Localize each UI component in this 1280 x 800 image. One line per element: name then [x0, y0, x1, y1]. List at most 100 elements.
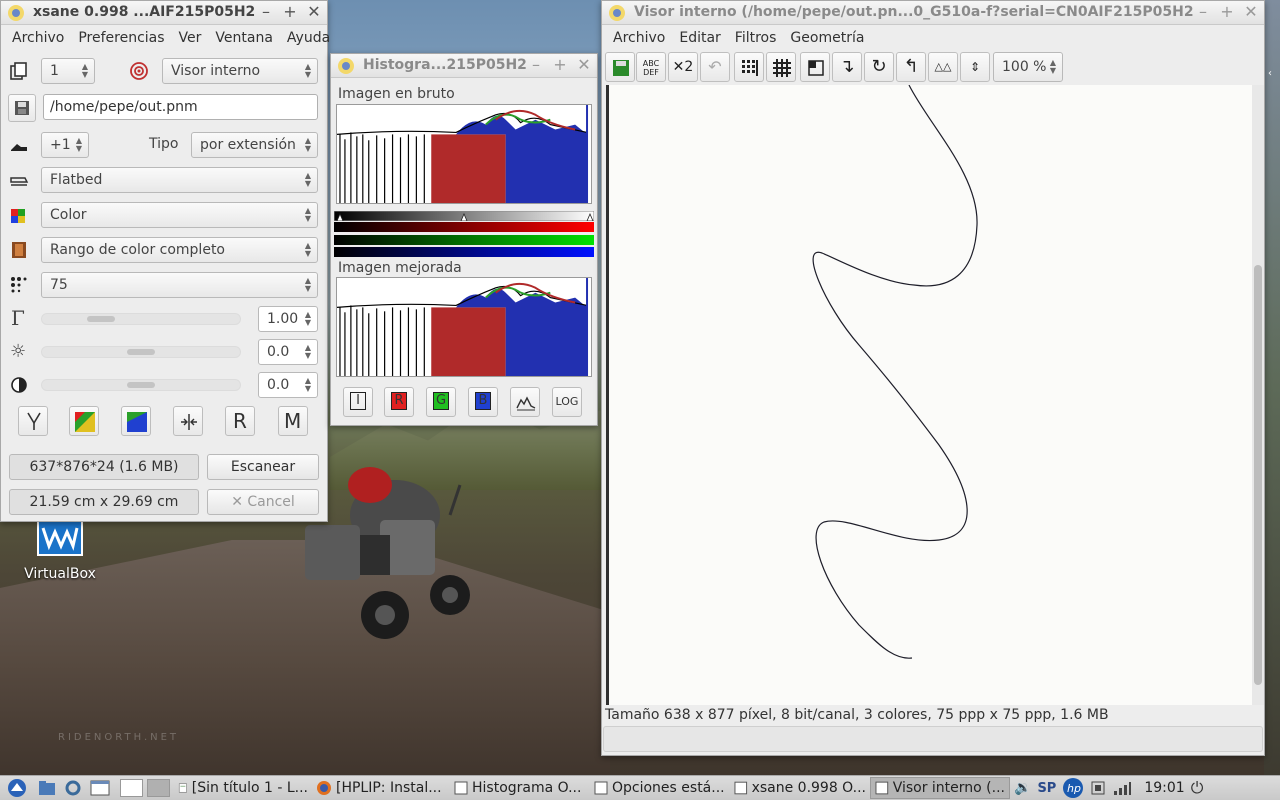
red-channel-button[interactable]: R	[384, 387, 414, 417]
resolution-combo[interactable]: 75 ▲ ▼	[41, 272, 318, 298]
menu-filtros[interactable]: Filtros	[728, 30, 784, 46]
menu-archivo[interactable]: Archivo	[5, 30, 71, 46]
close-button[interactable]: ✕	[1242, 2, 1260, 21]
keyboard-layout[interactable]: SP	[1037, 781, 1056, 796]
menu-ver[interactable]: Ver	[172, 30, 209, 46]
menu-ventana[interactable]: Ventana	[208, 30, 280, 46]
system-launcher[interactable]	[60, 777, 86, 799]
menu-editar[interactable]: Editar	[672, 30, 727, 46]
blue-level-bar[interactable]	[334, 247, 594, 257]
taskbar-item-xsane[interactable]: xsane 0.998 O...	[730, 777, 870, 799]
color-range-combo[interactable]: Rango de color completo ▲ ▼	[41, 237, 318, 263]
brightness-slider-knob[interactable]	[127, 349, 155, 355]
red-level-bar[interactable]	[334, 222, 594, 232]
virtualbox-desktop-icon[interactable]: VirtualBox	[20, 520, 100, 582]
clone-button[interactable]: ✕2	[668, 52, 698, 82]
taskbar-item-hplip[interactable]: [HPLIP: Instal...	[312, 777, 450, 799]
minimize-button[interactable]: –	[1194, 2, 1212, 21]
pipette-button[interactable]	[18, 406, 48, 436]
pixel-mode-button[interactable]	[510, 387, 540, 417]
clipboard-icon[interactable]	[1090, 780, 1106, 796]
tipo-combo[interactable]: por extensión ▲ ▼	[191, 132, 318, 158]
taskbar-item-options[interactable]: Opciones está...	[590, 777, 730, 799]
green-channel-button[interactable]: G	[426, 387, 456, 417]
filename-input[interactable]: /home/pepe/out.pnm	[43, 94, 318, 120]
close-button[interactable]: ✕	[575, 55, 593, 74]
clock[interactable]: 19:01	[1144, 780, 1184, 796]
m-button[interactable]: M	[278, 406, 308, 436]
gamma-slider-knob[interactable]	[87, 316, 115, 322]
taskbar-item-viewer[interactable]: Visor interno (...	[870, 777, 1010, 799]
cancel-button[interactable]: ✕ Cancel	[207, 489, 319, 515]
xsane-titlebar[interactable]: xsane 0.998 ...AIF215P05H2 – + ✕	[1, 1, 327, 25]
contrast-slider[interactable]	[41, 379, 241, 391]
signal-icon[interactable]	[1112, 780, 1132, 796]
r-button[interactable]: R	[225, 406, 255, 436]
mirror-horizontal-button[interactable]: △△	[928, 52, 958, 82]
grey-level-bar[interactable]	[334, 211, 594, 221]
arrow-icon: ‹	[1268, 68, 1272, 79]
contrast-slider-knob[interactable]	[127, 382, 155, 388]
brightness-slider[interactable]	[41, 346, 241, 358]
xsane-title: xsane 0.998 ...AIF215P05H2	[33, 4, 256, 20]
maximize-button[interactable]: +	[281, 2, 299, 21]
minimize-button[interactable]: –	[257, 2, 275, 21]
zoom-combo[interactable]: 100 % ▲ ▼	[993, 52, 1063, 82]
despeckle-button[interactable]	[734, 52, 764, 82]
increment-spinner[interactable]: +1 ▲ ▼	[41, 132, 89, 158]
firefox-icon	[317, 781, 331, 795]
taskbar-item-histogram[interactable]: Histograma O...	[450, 777, 590, 799]
workspace-switcher[interactable]	[116, 777, 174, 799]
maximize-button[interactable]: +	[1218, 2, 1236, 21]
undo-button[interactable]: ↶	[700, 52, 730, 82]
mirror-vertical-button[interactable]: ⇕	[960, 52, 990, 82]
spin-arrows-icon: ▲ ▼	[304, 276, 311, 293]
viewer-vertical-scrollbar[interactable]	[1252, 85, 1264, 705]
auto-enhance-button[interactable]	[69, 406, 99, 436]
contrast-spinner[interactable]: 0.0 ▲ ▼	[258, 372, 318, 398]
log-button[interactable]: LOG	[552, 387, 582, 417]
xsane-window: xsane 0.998 ...AIF215P05H2 – + ✕ Archivo…	[0, 0, 330, 522]
scan-button[interactable]: Escanear	[207, 454, 319, 480]
blue-channel-button[interactable]: B	[468, 387, 498, 417]
save-image-button[interactable]	[605, 52, 635, 82]
copies-spinner[interactable]: 1 ▲ ▼	[41, 58, 95, 84]
rotate-270-button[interactable]: ↰	[896, 52, 926, 82]
viewer-titlebar[interactable]: Visor interno (/home/pepe/out.pn...0_G51…	[602, 1, 1264, 25]
terminal-launcher[interactable]	[86, 777, 116, 799]
file-manager-launcher[interactable]	[34, 777, 60, 799]
target-combo[interactable]: Visor interno ▲ ▼	[162, 58, 318, 84]
gamma-spinner[interactable]: 1.00 ▲ ▼	[258, 306, 318, 332]
green-level-bar[interactable]	[334, 235, 594, 245]
menu-geometria[interactable]: Geometría	[783, 30, 871, 46]
maximize-button[interactable]: +	[551, 55, 569, 74]
blur-button[interactable]	[766, 52, 796, 82]
ocr-button[interactable]: ABC DEF	[636, 52, 666, 82]
scrollbar-thumb[interactable]	[1254, 265, 1262, 685]
hp-icon[interactable]: hp	[1062, 777, 1084, 799]
color-mode-combo[interactable]: Color ▲ ▼	[41, 202, 318, 228]
taskbar-item-libreoffice[interactable]: [Sin título 1 - L...	[174, 777, 312, 799]
power-icon[interactable]: ⏻	[1191, 778, 1204, 798]
image-canvas[interactable]	[606, 84, 1252, 705]
menu-preferencias[interactable]: Preferencias	[71, 30, 171, 46]
rotate-90-button[interactable]: ↴	[832, 52, 862, 82]
spin-arrows-icon: ▲ ▼	[304, 136, 311, 153]
histogram-titlebar[interactable]: Histogra...215P05H2 – + ✕	[331, 54, 597, 78]
close-button[interactable]: ✕	[305, 2, 323, 21]
rotate-180-button[interactable]: ↻	[864, 52, 894, 82]
intensity-button[interactable]: I	[343, 387, 373, 417]
volume-icon[interactable]: 🔉	[1014, 780, 1031, 796]
menu-archivo[interactable]: Archivo	[606, 30, 672, 46]
restore-enhance-button[interactable]	[173, 406, 203, 436]
minimize-button[interactable]: –	[527, 55, 545, 74]
menu-ayuda[interactable]: Ayuda	[280, 30, 337, 46]
crop-button[interactable]	[800, 52, 830, 82]
gamma-slider[interactable]	[41, 313, 241, 325]
target-icon	[130, 62, 148, 80]
brightness-spinner[interactable]: 0.0 ▲ ▼	[258, 339, 318, 365]
source-combo[interactable]: Flatbed ▲ ▼	[41, 167, 318, 193]
start-menu-button[interactable]	[0, 777, 34, 799]
save-file-button[interactable]	[8, 94, 36, 122]
default-enhance-button[interactable]	[121, 406, 151, 436]
